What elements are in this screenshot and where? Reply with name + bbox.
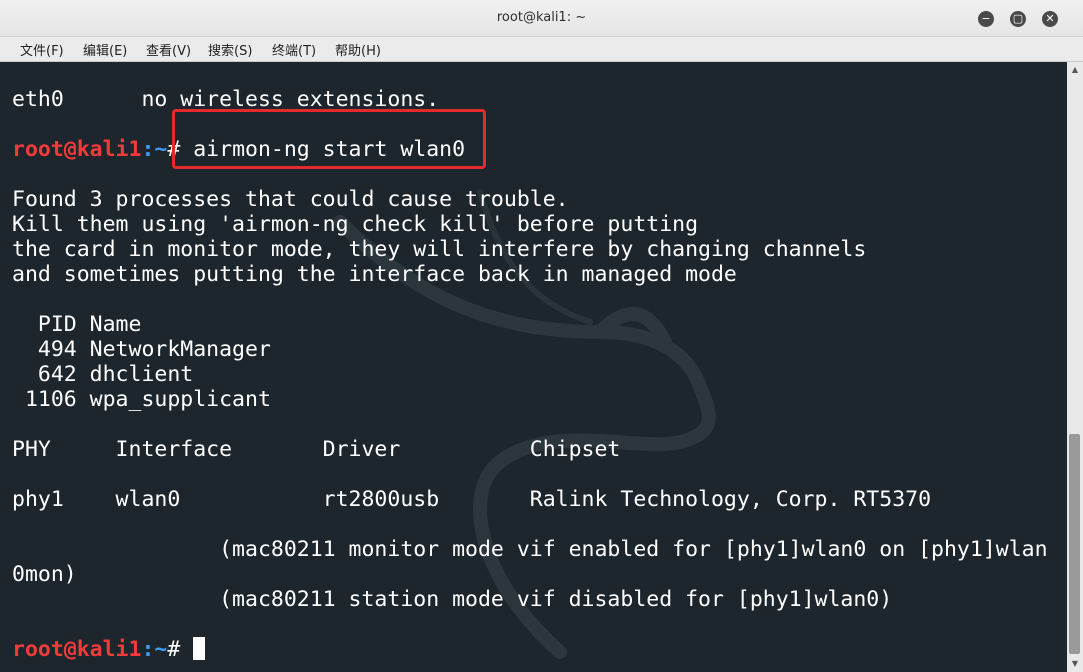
output-line: Found 3 processes that could cause troub… [12,187,569,212]
menu-search[interactable]: 搜索(S) [208,40,252,59]
command-highlight-box [172,109,486,169]
output-line: the card in monitor mode, they will inte… [12,237,867,262]
command-text: # [167,637,194,662]
triangle-up-icon[interactable]: ▲ [1067,64,1083,76]
process-header: PID Name [12,312,142,337]
menu-bar: 文件(F) 编辑(E) 查看(V) 搜索(S) 终端(T) 帮助(H) [0,37,1083,62]
terminal-output[interactable]: eth0 no wireless extensions. root@kali1:… [0,62,1067,672]
prompt-user: root@kali1 [12,637,142,662]
title-bar: root@kali1: ~ − ▢ ✕ [0,0,1083,37]
menu-edit[interactable]: 编辑(E) [83,40,127,59]
prompt-path: :~ [141,637,168,662]
interface-header: PHY Interface Driver Chipset [12,437,621,462]
terminal-window: root@kali1: ~ − ▢ ✕ 文件(F) 编辑(E) 查看(V) 搜索… [0,0,1083,672]
process-row: 1106 wpa_supplicant [12,387,271,412]
prompt-line: root@kali1:~# [12,637,206,662]
output-line: Kill them using 'airmon-ng check kill' b… [12,212,699,237]
interface-row: phy1 wlan0 rt2800usb Ralink Technology, … [12,487,932,512]
output-line: and sometimes putting the interface back… [12,262,737,287]
prompt-user: root@kali1 [12,137,142,162]
triangle-down-icon[interactable]: ▼ [1067,658,1083,670]
menu-terminal[interactable]: 终端(T) [272,40,316,59]
close-icon[interactable]: ✕ [1042,11,1058,27]
minimize-icon[interactable]: − [978,11,994,27]
menu-help[interactable]: 帮助(H) [335,40,381,59]
window-title: root@kali1: ~ [496,10,587,25]
output-line: (mac80211 station mode vif disabled for … [12,587,893,612]
process-row: 494 NetworkManager [12,337,271,362]
output-line: (mac80211 monitor mode vif enabled for [… [12,537,1048,562]
process-row: 642 dhclient [12,362,194,387]
maximize-icon[interactable]: ▢ [1010,11,1026,27]
menu-file[interactable]: 文件(F) [20,40,64,59]
scroll-thumb[interactable] [1069,434,1080,654]
output-line: 0mon) [12,562,77,587]
menu-view[interactable]: 查看(V) [146,40,191,59]
prompt-path: :~ [141,137,168,162]
text-cursor [193,637,206,660]
vertical-scrollbar[interactable]: ▲ ▼ [1067,62,1083,672]
